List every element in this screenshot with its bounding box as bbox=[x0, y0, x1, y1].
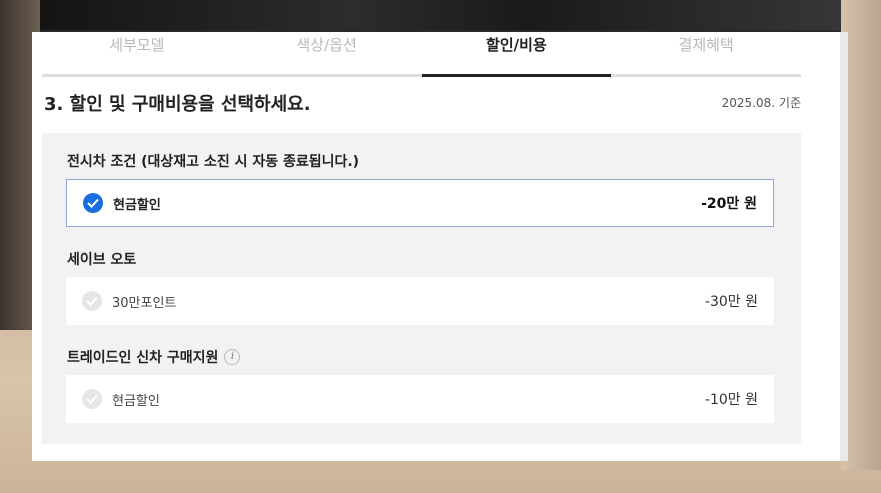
tab-discount-cost[interactable]: 할인/비용 bbox=[421, 32, 612, 77]
info-icon[interactable]: i bbox=[224, 349, 241, 365]
group-title-label: 트레이드인 신차 구매지원 bbox=[67, 350, 219, 366]
check-circle-icon[interactable] bbox=[82, 291, 102, 311]
panel-scrollbar[interactable] bbox=[840, 32, 848, 461]
option-label: 현금할인 bbox=[112, 393, 160, 409]
step-tabs: 세부모델 색상/옵션 할인/비용 결제혜택 bbox=[42, 32, 801, 77]
option-display-car-cash-discount[interactable]: 현금할인 -20만 원 bbox=[66, 179, 774, 227]
tab-detail-model[interactable]: 세부모델 bbox=[42, 32, 232, 74]
tab-payment-benefit[interactable]: 결제혜택 bbox=[611, 32, 801, 74]
option-label: 30만포인트 bbox=[112, 295, 177, 311]
group-title-label: 전시차 조건 (대상재고 소진 시 자동 종료됩니다.) bbox=[67, 154, 360, 170]
check-circle-icon[interactable] bbox=[82, 389, 102, 409]
group-title-display-car: 전시차 조건 (대상재고 소진 시 자동 종료됩니다.) bbox=[67, 151, 359, 171]
check-circle-icon[interactable] bbox=[83, 193, 103, 213]
group-title-trade-in: 트레이드인 신차 구매지원 i bbox=[67, 347, 241, 367]
option-price: -30만 원 bbox=[704, 294, 758, 310]
reference-date: 2025.08. 기준 bbox=[721, 96, 801, 110]
option-trade-in-cash-discount[interactable]: 현금할인 -10만 원 bbox=[66, 375, 774, 423]
option-label: 현금할인 bbox=[113, 197, 161, 213]
background-car-top bbox=[0, 0, 881, 30]
group-title-save-auto: 세이브 오토 bbox=[67, 249, 136, 269]
group-title-label: 세이브 오토 bbox=[67, 252, 137, 268]
discount-options-box: 전시차 조건 (대상재고 소진 시 자동 종료됩니다.) 현금할인 -20만 원… bbox=[42, 133, 801, 444]
option-save-auto-points[interactable]: 30만포인트 -30만 원 bbox=[66, 277, 774, 325]
option-price: -10만 원 bbox=[704, 392, 758, 408]
section-title: 3. 할인 및 구매비용을 선택하세요. bbox=[44, 94, 311, 115]
tab-color-option[interactable]: 색상/옵션 bbox=[232, 32, 422, 74]
discount-panel: 세부모델 색상/옵션 할인/비용 결제혜택 3. 할인 및 구매비용을 선택하세… bbox=[32, 32, 848, 461]
option-price: -20만 원 bbox=[701, 196, 757, 212]
